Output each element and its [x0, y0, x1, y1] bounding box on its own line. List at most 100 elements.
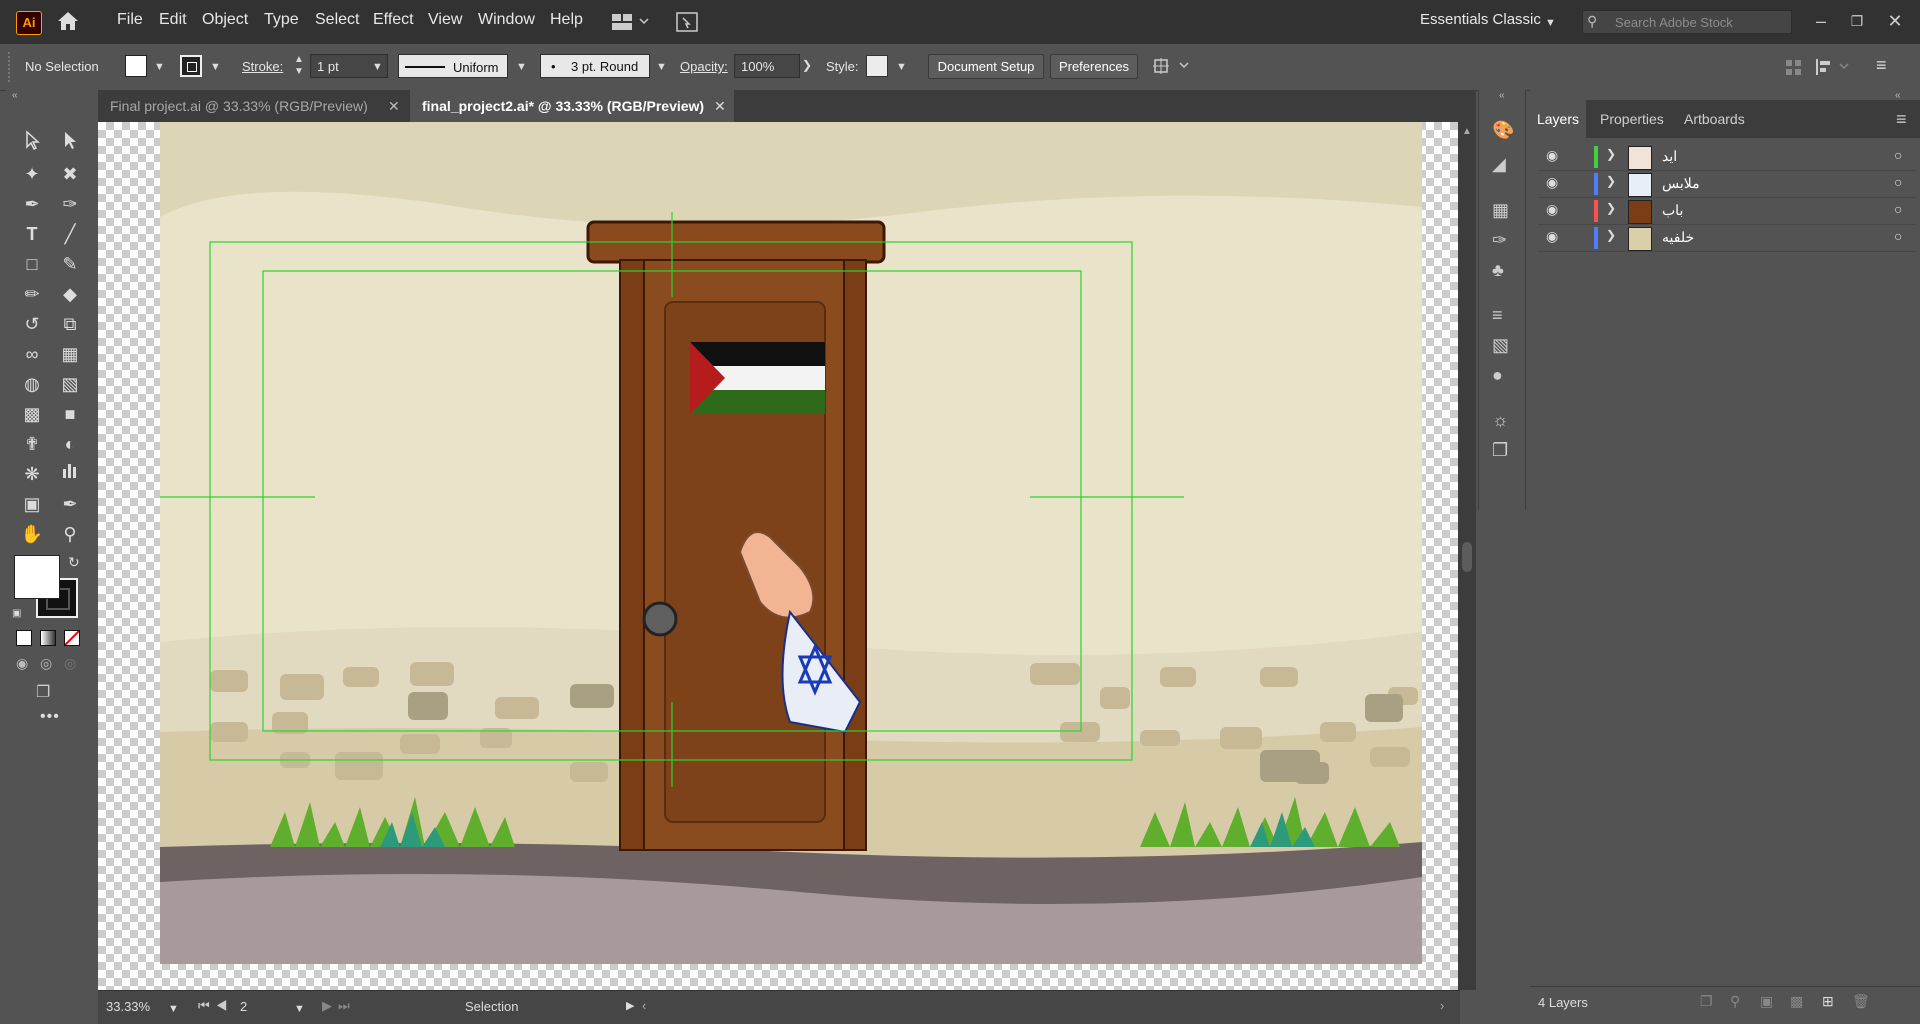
chevron-right-icon[interactable]: ❯ [802, 58, 812, 72]
panel-menu-icon[interactable]: ≡ [1876, 55, 1887, 76]
stroke-label[interactable]: Stroke: [242, 59, 283, 74]
graphic-style-swatch[interactable] [866, 55, 888, 77]
document-setup-button[interactable]: Document Setup [928, 54, 1044, 79]
scroll-left-icon[interactable]: ‹ [642, 998, 646, 1013]
gradient-mode-icon[interactable] [40, 630, 56, 646]
menu-type[interactable]: Type [264, 11, 299, 29]
target-icon[interactable]: ○ [1894, 228, 1902, 244]
expand-icon[interactable]: ❯ [1606, 174, 1616, 188]
default-colors-icon[interactable]: ▣ [12, 608, 21, 619]
selection-tool-icon[interactable] [18, 130, 46, 158]
close-icon[interactable]: ✕ [1880, 8, 1910, 34]
artwork[interactable] [160, 122, 1422, 964]
slice-tool-icon[interactable]: ✒ [56, 490, 84, 518]
edit-toolbar-icon[interactable]: ••• [40, 708, 60, 726]
menu-select[interactable]: Select [315, 11, 359, 29]
chevron-down-icon[interactable]: ▼ [516, 61, 527, 73]
eraser-tool-icon[interactable]: ◆ [56, 280, 84, 308]
canvas-area[interactable] [98, 122, 1458, 992]
menu-object[interactable]: Object [202, 11, 248, 29]
scale-tool-icon[interactable]: ⧉ [56, 310, 84, 338]
scrollbar-thumb[interactable] [1462, 542, 1472, 572]
menu-effect[interactable]: Effect [373, 11, 414, 29]
status-menu-icon[interactable]: ▶ [626, 999, 634, 1012]
scroll-up-icon[interactable]: ▲ [1462, 126, 1472, 137]
rotate-tool-icon[interactable]: ↺ [18, 310, 46, 338]
layer-row[interactable]: ◉ ❯ ملابس ○ [1538, 171, 1916, 198]
vertical-scrollbar[interactable]: ▲ [1458, 122, 1476, 990]
close-tab-icon[interactable]: ✕ [388, 90, 400, 122]
appearance-panel-icon[interactable]: ☼ [1492, 410, 1509, 431]
target-icon[interactable]: ○ [1894, 201, 1902, 217]
type-tool-icon[interactable]: T [18, 220, 46, 248]
collapse-dock-icon[interactable]: « [1499, 90, 1505, 101]
preferences-button[interactable]: Preferences [1050, 54, 1138, 79]
new-sublayer-icon[interactable]: ▩ [1790, 993, 1803, 1010]
perspective-grid-tool-icon[interactable]: ▧ [56, 370, 84, 398]
artboard-number[interactable]: 2 [240, 999, 247, 1014]
home-icon[interactable] [56, 10, 80, 32]
clipping-mask-icon[interactable]: ▣ [1760, 993, 1773, 1010]
gradient-panel-icon[interactable]: ▧ [1492, 335, 1509, 356]
chevron-down-icon[interactable]: ▼ [896, 61, 907, 73]
panel-menu-icon[interactable]: ≡ [1896, 109, 1907, 130]
zoom-level[interactable]: 33.33% [106, 999, 150, 1014]
shaper-tool-icon[interactable]: ✏ [18, 280, 46, 308]
target-icon[interactable]: ○ [1894, 174, 1902, 190]
expand-icon[interactable]: ❯ [1606, 201, 1616, 215]
gradient-tool-icon[interactable]: ■ [56, 400, 84, 428]
graphic-styles-icon[interactable]: ❐ [1492, 440, 1508, 461]
fill-color-front[interactable] [14, 555, 60, 599]
chevron-down-icon[interactable]: ▼ [372, 61, 383, 73]
blend-tool-icon[interactable]: ◐ [56, 430, 84, 458]
layer-name[interactable]: خلفيه [1662, 229, 1694, 246]
layer-name[interactable]: ايد [1662, 148, 1677, 165]
eye-icon[interactable]: ◉ [1546, 228, 1558, 245]
paintbrush-tool-icon[interactable]: ✎ [56, 250, 84, 278]
layer-row[interactable]: ◉ ❯ خلفيه ○ [1538, 225, 1916, 252]
scroll-right-icon[interactable]: › [1440, 998, 1444, 1013]
tab-artboards[interactable]: Artboards [1684, 100, 1745, 138]
opacity-label[interactable]: Opacity: [680, 59, 728, 74]
stroke-swatch[interactable] [180, 55, 202, 77]
delete-layer-icon[interactable]: 🗑 [1852, 993, 1870, 1010]
layer-name[interactable]: باب [1662, 202, 1683, 219]
transparency-panel-icon[interactable]: ● [1492, 365, 1503, 386]
workspace-switcher[interactable]: Essentials Classic [1420, 11, 1541, 28]
color-mode-icon[interactable] [16, 630, 32, 646]
transform-icon[interactable] [1814, 57, 1854, 80]
chevron-down-icon[interactable]: ▼ [168, 1003, 179, 1015]
search-input[interactable]: Search Adobe Stock [1615, 15, 1733, 30]
symbols-icon[interactable]: ♣ [1492, 260, 1504, 281]
menu-help[interactable]: Help [550, 11, 583, 29]
layer-row[interactable]: ◉ ❯ ايد ○ [1538, 144, 1916, 171]
tab-layers[interactable]: Layers [1530, 100, 1586, 138]
next-artboard-icon[interactable]: ▶⏭ [322, 998, 356, 1014]
gpu-performance-icon[interactable] [676, 12, 698, 35]
eye-icon[interactable]: ◉ [1546, 174, 1558, 191]
chevron-down-icon[interactable]: ▼ [210, 61, 221, 73]
layer-row[interactable]: ◉ ❯ باب ○ [1538, 198, 1916, 225]
stroke-stepper-icon[interactable]: ▲ ▼ [294, 54, 304, 78]
locate-object-icon[interactable]: ⚲ [1730, 993, 1740, 1010]
menu-view[interactable]: View [428, 11, 462, 29]
chevron-down-icon[interactable]: ▼ [656, 61, 667, 73]
lasso-tool-icon[interactable]: ✖ [56, 160, 84, 188]
eyedropper-tool-icon[interactable]: ✟ [18, 430, 46, 458]
swatches-icon[interactable]: ▦ [1492, 200, 1509, 221]
first-artboard-icon[interactable]: ⏮◀ [198, 998, 233, 1014]
magic-wand-tool-icon[interactable]: ✦ [18, 160, 46, 188]
tab-final-project[interactable]: Final project.ai @ 33.33% (RGB/Preview) … [98, 90, 408, 122]
menu-window[interactable]: Window [478, 11, 535, 29]
shape-builder-tool-icon[interactable]: ◍ [18, 370, 46, 398]
close-tab-icon[interactable]: ✕ [714, 90, 726, 122]
hand-tool-icon[interactable]: ✋ [18, 520, 46, 548]
collect-export-icon[interactable]: ❐ [1700, 993, 1713, 1010]
layer-name[interactable]: ملابس [1662, 175, 1700, 192]
chevron-down-icon[interactable]: ▼ [294, 1003, 305, 1015]
tab-properties[interactable]: Properties [1600, 100, 1664, 138]
eye-icon[interactable]: ◉ [1546, 201, 1558, 218]
opacity-input[interactable]: 100% [734, 54, 800, 78]
line-tool-icon[interactable]: ╱ [56, 220, 84, 248]
zoom-tool-icon[interactable]: ⚲ [56, 520, 84, 548]
